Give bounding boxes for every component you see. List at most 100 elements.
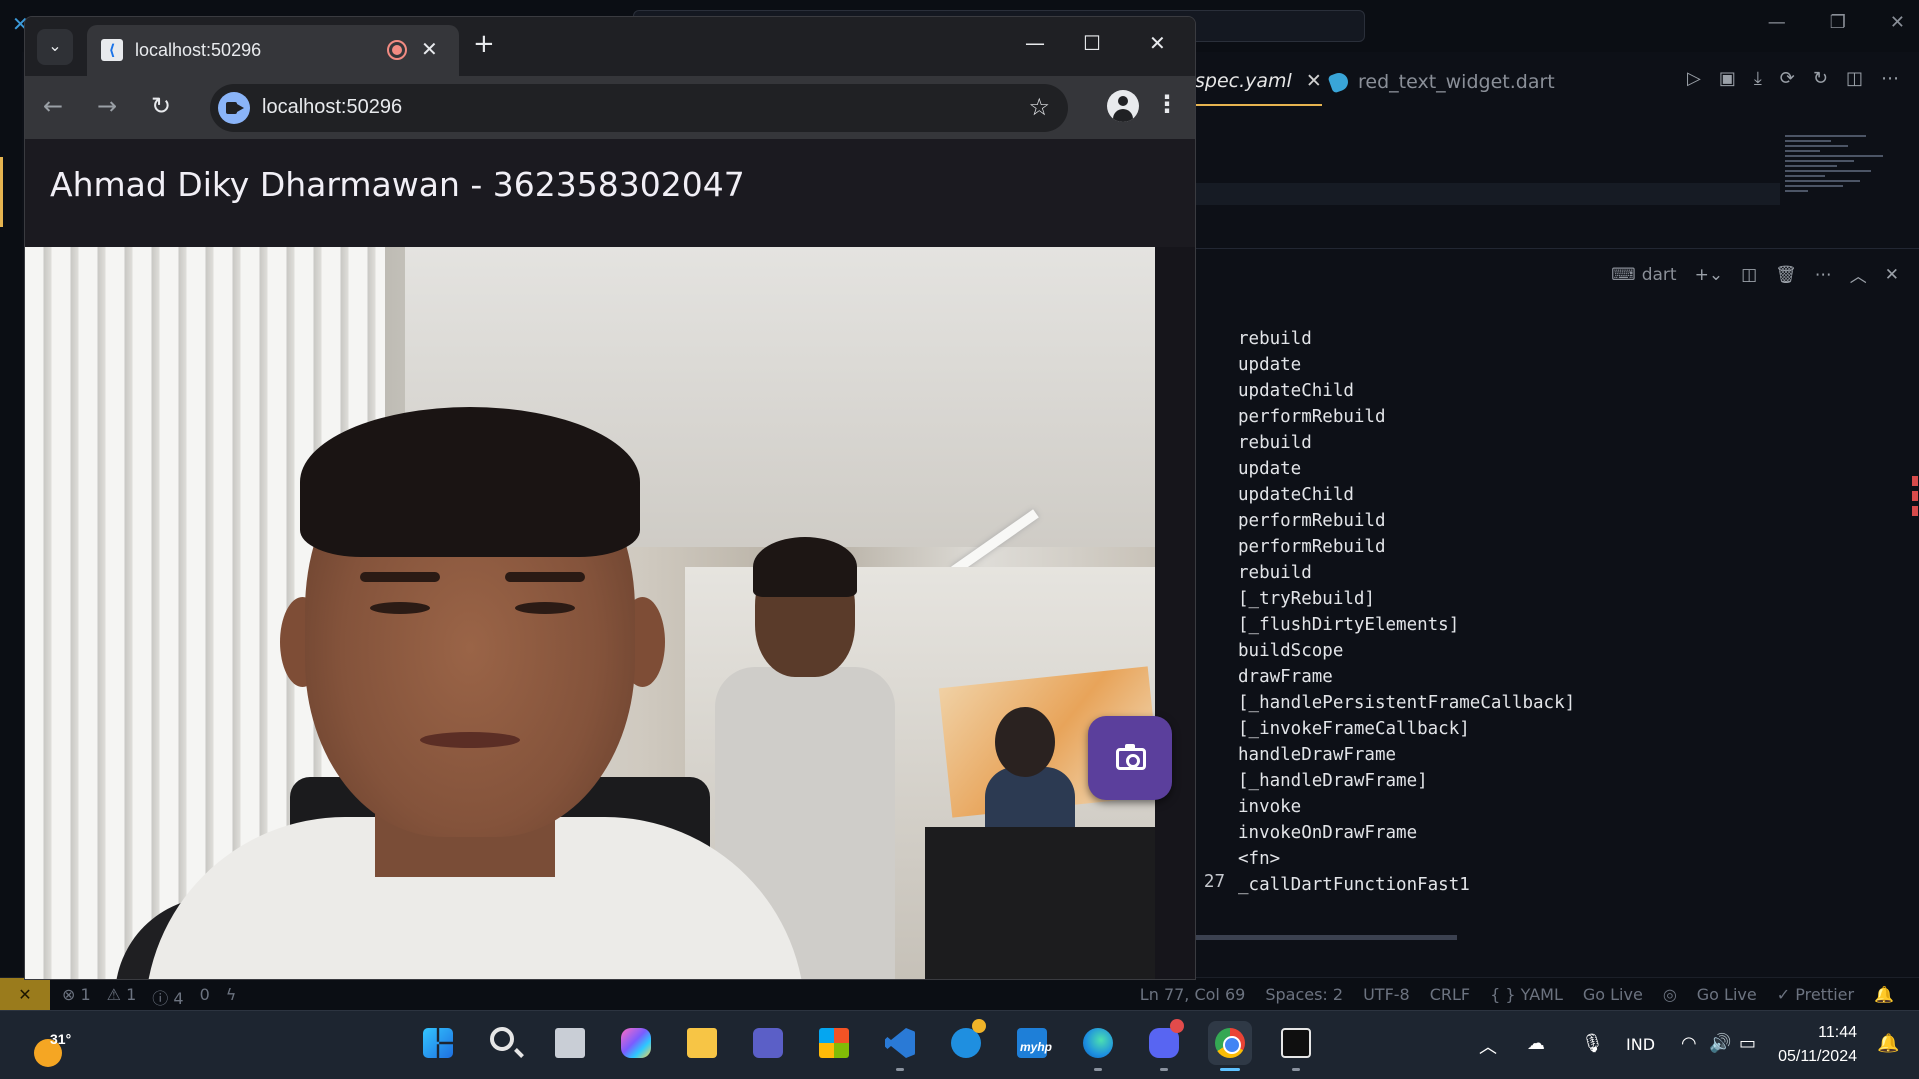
new-terminal-icon[interactable]: +⌄ [1695, 265, 1724, 285]
restart-icon[interactable]: ↻ [1813, 68, 1828, 89]
download-icon[interactable]: ⤓ [1754, 68, 1762, 89]
lightning-icon[interactable]: ϟ [226, 985, 237, 1009]
cube-app-button[interactable] [1274, 1021, 1318, 1071]
volume-icon[interactable]: 🔊 [1709, 1033, 1731, 1054]
more-actions-icon[interactable]: ⋯ [1881, 68, 1899, 89]
terminal-line: [_handlePersistentFrameCallback] [1238, 693, 1576, 713]
file-explorer-button[interactable] [680, 1021, 724, 1065]
terminal-output[interactable]: rebuild update updateChild performRebuil… [1195, 326, 1919, 926]
flutter-app: Ahmad Diky Dharmawan - 362358302047 [25, 139, 1195, 979]
copilot-button[interactable] [614, 1021, 658, 1065]
chrome-menu-icon[interactable]: ⋮ [1155, 90, 1179, 118]
running-indicator [896, 1068, 904, 1071]
task-view-button[interactable] [548, 1021, 592, 1065]
terminal-vertical-scrollbar[interactable] [1902, 326, 1919, 926]
status-eol[interactable]: CRLF [1430, 985, 1470, 1004]
run-icon[interactable]: ▷ [1687, 68, 1701, 89]
battery-icon[interactable]: ▭ [1739, 1033, 1756, 1054]
status-eye-icon[interactable]: ◎ [1663, 985, 1677, 1004]
vscode-minimize-icon[interactable]: — [1768, 12, 1786, 33]
status-position[interactable]: Ln 77, Col 69 [1140, 985, 1246, 1004]
store-icon [819, 1028, 849, 1058]
camera-icon [1116, 744, 1146, 770]
status-errors[interactable]: ⊗ 1 [62, 985, 91, 1009]
running-indicator [1160, 1068, 1168, 1071]
camera-in-use-icon[interactable] [218, 92, 250, 124]
status-prettier[interactable]: ✓ Prettier [1777, 985, 1854, 1004]
forward-button[interactable]: → [97, 92, 117, 120]
hot-reload-icon[interactable]: ⟳ [1780, 68, 1795, 89]
teams-button[interactable] [746, 1021, 790, 1065]
edge-icon [1083, 1028, 1113, 1058]
device-icon[interactable]: ▣ [1719, 68, 1736, 89]
address-bar[interactable]: localhost:50296 ☆ [210, 84, 1068, 132]
terminal-horizontal-scrollbar[interactable] [1195, 935, 1457, 940]
status-warnings[interactable]: ⚠ 1 [107, 985, 137, 1009]
status-go-live-2[interactable]: Go Live [1697, 985, 1757, 1004]
input-language[interactable]: IND [1626, 1035, 1655, 1054]
status-go-live-1[interactable]: Go Live [1583, 985, 1643, 1004]
kill-terminal-icon[interactable]: 🗑 [1775, 265, 1797, 285]
edge-button[interactable] [1076, 1021, 1120, 1071]
wifi-icon[interactable]: ◠ [1681, 1033, 1697, 1054]
panel-divider[interactable] [1195, 248, 1919, 249]
activity-active-indicator [0, 157, 3, 227]
weather-widget[interactable]: 31° [28, 1021, 88, 1071]
close-window-button[interactable]: ✕ [1149, 31, 1166, 55]
onedrive-error-icon[interactable]: ☁ [1527, 1033, 1545, 1054]
folder-icon [687, 1028, 717, 1058]
vscode-close-icon[interactable]: ✕ [1890, 12, 1905, 33]
tab-red-text-widget[interactable]: red_text_widget.dart [1327, 58, 1555, 106]
store-button[interactable] [812, 1021, 856, 1065]
active-indicator [1220, 1068, 1240, 1071]
close-panel-icon[interactable]: ✕ [1885, 265, 1899, 285]
vscode-activity-bar [0, 52, 22, 982]
bookmark-star-icon[interactable]: ☆ [1028, 93, 1050, 121]
microphone-icon[interactable]: 🎙 [1581, 1033, 1604, 1054]
minimize-button[interactable]: — [1025, 31, 1045, 55]
reload-button[interactable]: ↻ [151, 92, 171, 120]
status-info[interactable]: ⓘ 4 [152, 985, 183, 1009]
chrome-taskbar-button[interactable] [1208, 1021, 1252, 1071]
clock[interactable]: 11:44 05/11/2024 [1778, 1021, 1857, 1069]
more-icon[interactable]: ⋯ [1815, 265, 1832, 285]
profile-avatar-icon[interactable] [1107, 90, 1139, 122]
search-button[interactable] [482, 1021, 526, 1065]
notification-bell-icon[interactable]: 🔔 [1877, 1033, 1899, 1054]
maximize-panel-icon[interactable]: ︿ [1850, 262, 1867, 287]
vscode-restore-icon[interactable]: ❐ [1830, 12, 1846, 33]
search-icon [490, 1027, 514, 1051]
system-tray: ︿ ☁ 🎙 IND ◠ 🔊 ▭ 11:44 05/11/2024 🔔 [1419, 1011, 1919, 1079]
url-text[interactable]: localhost:50296 [262, 96, 402, 119]
status-spaces[interactable]: Spaces: 2 [1265, 985, 1343, 1004]
browser-tab[interactable]: ⟨ localhost:50296 ✕ [87, 25, 459, 76]
remote-indicator-icon[interactable]: ✕ [0, 978, 50, 1011]
vscode-taskbar-button[interactable] [878, 1021, 922, 1071]
capture-photo-button[interactable] [1088, 716, 1172, 800]
minimap[interactable] [1785, 132, 1900, 242]
start-button[interactable] [416, 1021, 460, 1065]
get-help-button[interactable] [944, 1019, 988, 1065]
terminal-selector[interactable]: ⌨ dart [1611, 265, 1676, 285]
status-ports[interactable]: 0 [200, 985, 210, 1009]
myhp-label: myhp [1020, 1040, 1053, 1054]
back-button[interactable]: ← [43, 92, 63, 120]
tab-close-icon[interactable]: ✕ [1306, 70, 1322, 92]
new-tab-button[interactable]: + [473, 29, 495, 59]
tab-search-chevron-icon[interactable]: ⌄ [37, 29, 73, 65]
discord-button[interactable] [1142, 1019, 1186, 1071]
split-terminal-icon[interactable]: ◫ [1741, 265, 1757, 285]
status-language[interactable]: { } YAML [1490, 985, 1563, 1004]
copilot-icon [621, 1028, 651, 1058]
myhp-button[interactable]: myhp [1010, 1021, 1054, 1065]
windows-logo-icon [423, 1028, 453, 1058]
status-encoding[interactable]: UTF-8 [1363, 985, 1410, 1004]
tab-spec-yaml[interactable]: spec.yaml ✕ [1195, 58, 1322, 106]
terminal-line: updateChild [1238, 485, 1354, 505]
maximize-button[interactable]: ☐ [1083, 31, 1101, 55]
tab-close-icon[interactable]: ✕ [421, 37, 438, 61]
split-editor-icon[interactable]: ◫ [1846, 68, 1863, 89]
notifications-bell-icon[interactable]: 🔔 [1874, 985, 1894, 1004]
camera-preview [25, 247, 1155, 979]
show-hidden-icons-chevron-icon[interactable]: ︿ [1479, 1033, 1497, 1059]
